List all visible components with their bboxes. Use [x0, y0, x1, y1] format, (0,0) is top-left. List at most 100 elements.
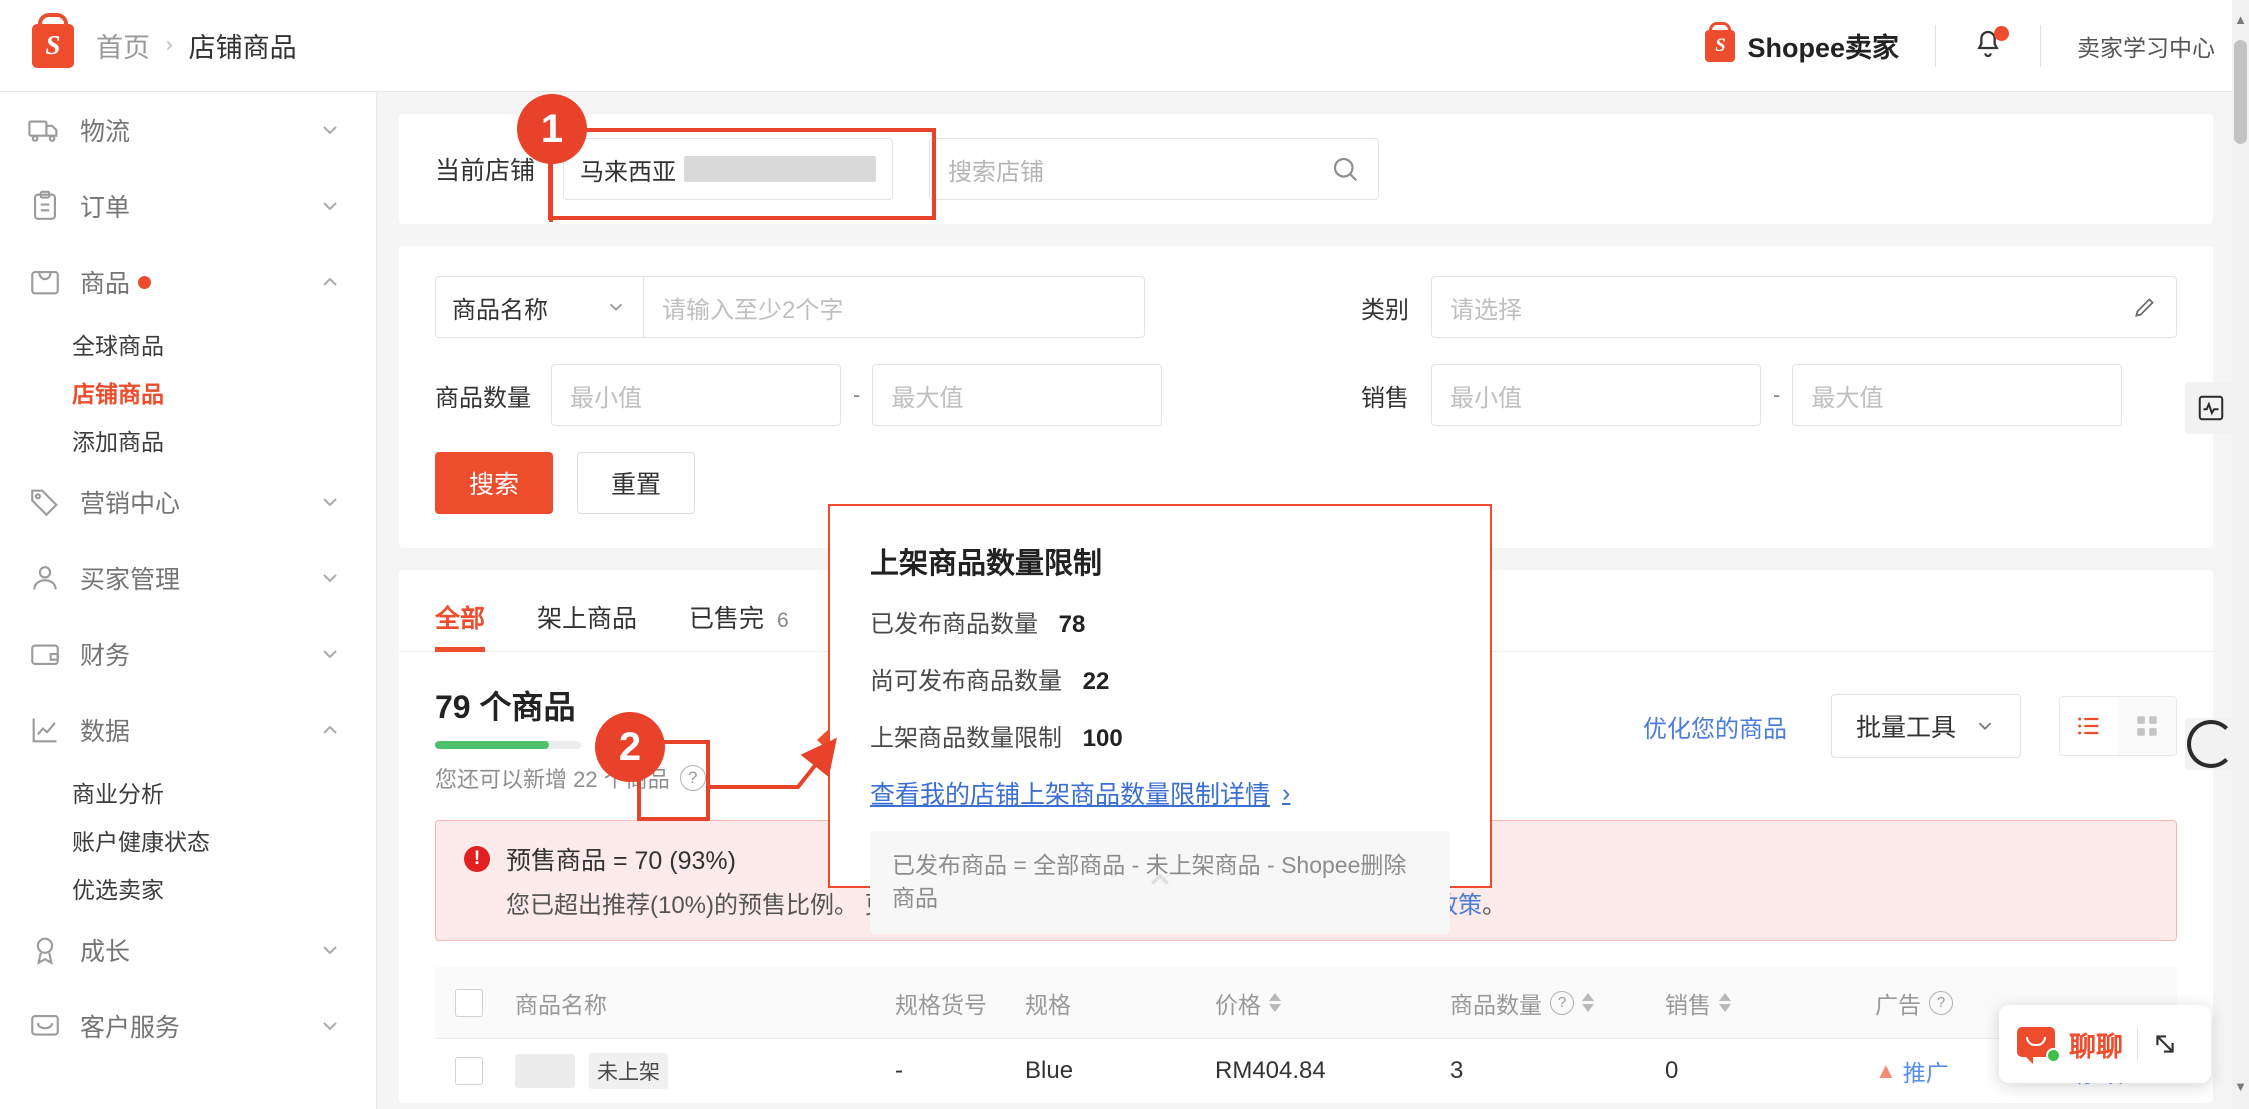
filter-row-2: 商品数量 最小值 - 最大值 销售 最小值 - 最大值 [435, 364, 2177, 426]
popover-detail-link[interactable]: 查看我的店铺上架商品数量限制详情 › [870, 775, 1450, 811]
sidebar-item-label: 客户服务 [80, 1008, 180, 1044]
sales-label: 销售 [1361, 378, 1431, 413]
category-placeholder: 请选择 [1450, 290, 1522, 325]
sort-icon[interactable] [1269, 993, 1281, 1012]
grid-view-button[interactable] [2118, 697, 2176, 755]
edit-pencil-icon[interactable] [2132, 294, 2158, 320]
sidebar-item-data[interactable]: 数据 [0, 692, 376, 768]
page-scrollbar[interactable]: ▲ ▼ [2232, 0, 2249, 1109]
row-price: RM404.84 [1215, 1057, 1450, 1085]
tab-sold-out[interactable]: 已售完 6 [689, 599, 789, 651]
row-checkbox-cell [455, 1057, 515, 1085]
sidebar-item-business-analysis[interactable]: 商业分析 [0, 768, 376, 816]
sidebar-item-global-products[interactable]: 全球商品 [0, 320, 376, 368]
breadcrumb-home[interactable]: 首页 [96, 26, 150, 65]
row-select-checkbox[interactable] [455, 1057, 483, 1085]
alert-text-end: 。 [1482, 892, 1506, 919]
scroll-up-arrow-icon[interactable]: ▲ [2233, 12, 2248, 30]
scrollbar-thumb[interactable] [2234, 40, 2247, 144]
chevron-down-icon [318, 642, 342, 666]
search-icon[interactable] [1330, 154, 1360, 184]
sidebar-item-preferred-seller[interactable]: 优选卖家 [0, 864, 376, 912]
sidebar-item-logistics[interactable]: 物流 [0, 92, 376, 168]
tag-icon [28, 485, 62, 519]
select-all-checkbox[interactable] [455, 989, 483, 1017]
sort-icon[interactable] [1582, 993, 1594, 1012]
store-select-dropdown[interactable]: 马来西亚 [563, 138, 893, 200]
notification-dot-badge [1994, 26, 2009, 41]
pulse-icon [2196, 393, 2226, 423]
sales-min-input[interactable]: 最小值 [1431, 364, 1761, 426]
search-field-type-select[interactable]: 商品名称 [436, 277, 644, 337]
chat-bubble-icon [2017, 1027, 2057, 1061]
row-sales: 0 [1665, 1057, 1875, 1085]
reset-button[interactable]: 重置 [577, 452, 695, 514]
sort-icon[interactable] [1719, 993, 1731, 1012]
tab-on-shelf[interactable]: 架上商品 [537, 599, 637, 651]
sidebar-item-buyer-management[interactable]: 买家管理 [0, 540, 376, 616]
column-ads-label: 广告 [1875, 986, 1921, 1020]
bulk-tools-label: 批量工具 [1856, 708, 1956, 744]
sidebar-item-account-health[interactable]: 账户健康状态 [0, 816, 376, 864]
sidebar-item-shop-products[interactable]: 店铺商品 [0, 368, 376, 416]
bulk-tools-button[interactable]: 批量工具 [1831, 694, 2021, 758]
quantity-help-icon[interactable]: ? [1550, 991, 1574, 1015]
product-name-input[interactable]: 请输入至少2个字 [644, 277, 1144, 337]
scroll-down-arrow-icon[interactable]: ▼ [2233, 1079, 2248, 1097]
chevron-down-icon [1974, 715, 1996, 737]
row-sku: - [895, 1057, 1025, 1085]
tab-on-shelf-label: 架上商品 [537, 605, 637, 633]
column-quantity-label: 商品数量 [1450, 986, 1542, 1020]
new-indicator-dot [138, 276, 151, 289]
quantity-filter-group: 商品数量 最小值 - 最大值 [435, 364, 1315, 426]
column-price[interactable]: 价格 [1215, 986, 1450, 1020]
header-divider-1 [1935, 25, 1936, 67]
shopee-logo-letter: S [45, 32, 60, 59]
sales-max-input[interactable]: 最大值 [1792, 364, 2122, 426]
sidebar-item-label: 物流 [80, 112, 130, 148]
table-row[interactable]: 未上架 - Blue RM404.84 3 0 ▲ 推广 修改 [435, 1039, 2177, 1103]
loading-ring-icon [2187, 720, 2235, 768]
popover-label-limit: 上架商品数量限制 [870, 725, 1062, 752]
column-quantity[interactable]: 商品数量 ? [1450, 986, 1665, 1020]
sidebar-item-products[interactable]: 商品 [0, 244, 376, 320]
analytics-float-inner[interactable] [2185, 382, 2237, 434]
chevron-up-icon [318, 718, 342, 742]
loading-float-inner[interactable] [2185, 718, 2237, 770]
sidebar-item-marketing[interactable]: 营销中心 [0, 464, 376, 540]
sidebar-item-finance[interactable]: 财务 [0, 616, 376, 692]
brand-title: Shopee卖家 [1747, 26, 1899, 65]
chart-icon [28, 713, 62, 747]
annotation-stem-1 [549, 164, 553, 222]
sidebar-item-add-product[interactable]: 添加商品 [0, 416, 376, 464]
optimize-products-link[interactable]: 优化您的商品 [1643, 709, 1787, 744]
chat-widget[interactable]: 聊聊 [1999, 1005, 2211, 1083]
product-name-search-group[interactable]: 商品名称 请输入至少2个字 [435, 276, 1145, 338]
column-sales[interactable]: 销售 [1665, 986, 1875, 1020]
loading-float-button[interactable] [2185, 718, 2237, 770]
chat-expand-button[interactable] [2152, 1031, 2178, 1057]
chevron-down-icon [318, 118, 342, 142]
ads-help-icon[interactable]: ? [1929, 991, 1953, 1015]
quantity-max-input[interactable]: 最大值 [872, 364, 1162, 426]
popover-bottom-caret-icon: ⌃ [1142, 870, 1177, 912]
shopee-logo-icon[interactable]: S [32, 24, 74, 68]
sales-max-placeholder: 最大值 [1811, 378, 1883, 413]
store-search-input[interactable]: 搜索店铺 [929, 138, 1379, 200]
quantity-min-input[interactable]: 最小值 [551, 364, 841, 426]
analytics-float-button[interactable] [2185, 382, 2237, 434]
notification-bell-button[interactable] [1972, 28, 2004, 64]
sidebar-item-orders[interactable]: 订单 [0, 168, 376, 244]
list-view-icon [2075, 712, 2103, 740]
header-right-group: S Shopee卖家 卖家学习中心 [1705, 25, 2215, 67]
quota-help-icon[interactable]: ? [680, 765, 706, 791]
sidebar-item-growth[interactable]: 成长 [0, 912, 376, 988]
tab-all[interactable]: 全部 [435, 599, 485, 651]
list-view-button[interactable] [2060, 697, 2118, 755]
category-select[interactable]: 请选择 [1431, 276, 2177, 338]
quantity-max-placeholder: 最大值 [891, 378, 963, 413]
seller-learning-center-link[interactable]: 卖家学习中心 [2077, 29, 2215, 63]
sidebar-item-customer-service[interactable]: 客户服务 [0, 988, 376, 1064]
popover-row-limit: 上架商品数量限制 100 [870, 718, 1450, 753]
search-button[interactable]: 搜索 [435, 452, 553, 514]
